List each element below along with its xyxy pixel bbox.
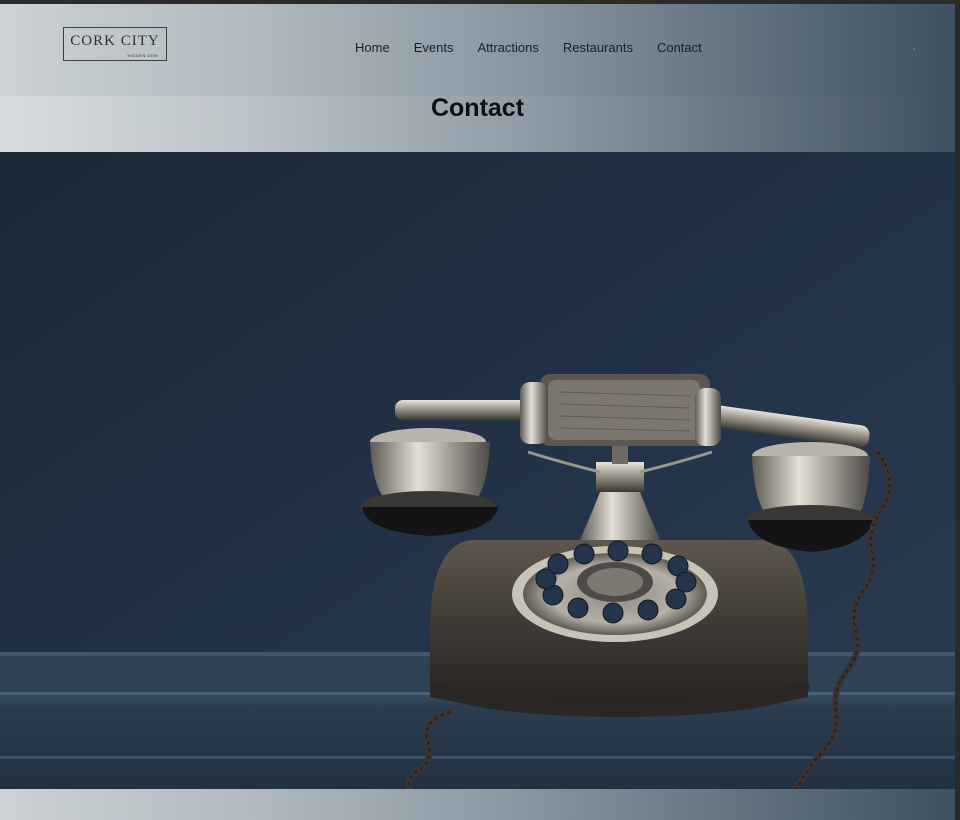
nav-item-events[interactable]: Events [402, 40, 466, 60]
site-header: CORK CITY HIDDEN GEM Home Events Attract… [0, 4, 955, 152]
nav-item-contact[interactable]: Contact [645, 40, 714, 60]
nav-item-restaurants[interactable]: Restaurants [551, 40, 645, 60]
nav-item-home[interactable]: Home [343, 40, 402, 60]
footer-band [0, 789, 955, 820]
site-logo[interactable]: CORK CITY HIDDEN GEM [63, 27, 167, 61]
main-nav: Home Events Attractions Restaurants Cont… [343, 40, 714, 60]
menu-dot-icon[interactable] [913, 48, 915, 50]
nav-item-attractions[interactable]: Attractions [465, 40, 550, 60]
logo-tagline: HIDDEN GEM [127, 53, 158, 58]
scrollbar[interactable] [955, 4, 960, 820]
logo-title: CORK CITY [70, 33, 160, 49]
hero-image [0, 152, 955, 789]
page: CORK CITY HIDDEN GEM Home Events Attract… [0, 4, 955, 820]
page-title: Contact [430, 94, 525, 122]
telephone-photo [0, 152, 955, 789]
